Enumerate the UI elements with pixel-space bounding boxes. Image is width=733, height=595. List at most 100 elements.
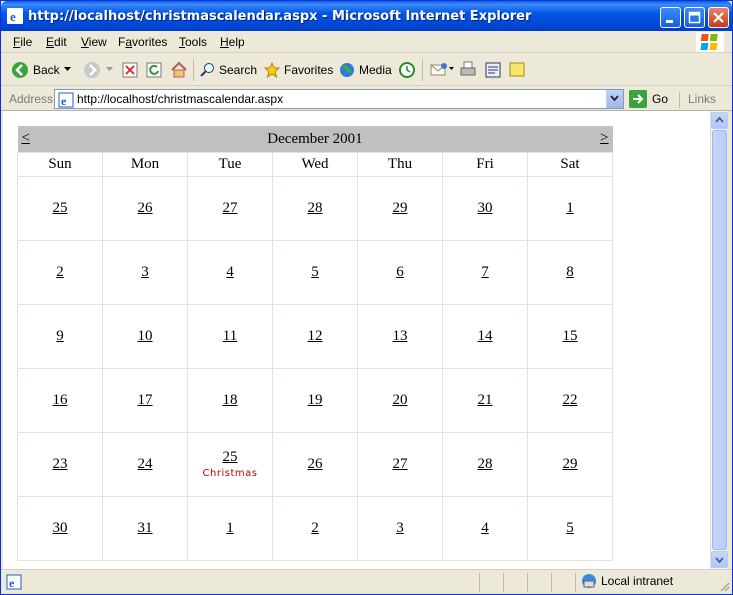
address-input[interactable]: e http://localhost/christmascalendar.asp… [54, 89, 624, 109]
day-link[interactable]: 25 [53, 200, 68, 216]
mail-icon[interactable] [430, 62, 448, 78]
day-cell: 14 [442, 303, 528, 369]
day-link[interactable]: 17 [138, 392, 153, 408]
day-link[interactable]: 12 [308, 328, 323, 344]
refresh-icon[interactable] [146, 62, 162, 78]
browser-window: e http://localhost/christmascalendar.asp… [0, 0, 733, 595]
day-link[interactable]: 22 [563, 392, 578, 408]
chevron-up-icon [715, 116, 724, 123]
menu-bar: File Edit View Favorites Tools Help [1, 31, 732, 53]
day-link[interactable]: 3 [141, 264, 149, 280]
scroll-up-button[interactable] [711, 112, 728, 129]
day-link[interactable]: 1 [566, 200, 574, 216]
back-dropdown-icon[interactable] [64, 67, 72, 73]
day-link[interactable]: 18 [223, 392, 238, 408]
status-panel [575, 573, 576, 592]
edit-icon[interactable] [485, 62, 501, 78]
day-link[interactable]: 23 [53, 456, 68, 472]
address-dropdown-button[interactable] [606, 90, 623, 108]
day-link[interactable]: 24 [138, 456, 153, 472]
history-icon[interactable] [398, 61, 416, 79]
stop-icon[interactable] [122, 62, 138, 78]
day-link[interactable]: 9 [56, 328, 64, 344]
day-link[interactable]: 29 [563, 456, 578, 472]
back-button[interactable]: Back [11, 59, 60, 81]
day-cell: 20 [357, 367, 443, 433]
address-url[interactable]: http://localhost/christmascalendar.aspx [77, 92, 283, 106]
day-link[interactable]: 27 [223, 200, 238, 216]
day-link[interactable]: 2 [56, 264, 64, 280]
weekday-label: Sat [527, 151, 613, 177]
vertical-scrollbar[interactable] [710, 111, 728, 569]
day-link[interactable]: 15 [563, 328, 578, 344]
day-cell: 5 [527, 495, 613, 561]
day-link[interactable]: 5 [311, 264, 319, 280]
day-link[interactable]: 25 [223, 449, 238, 465]
day-link[interactable]: 30 [53, 520, 68, 536]
discuss-icon[interactable] [509, 62, 525, 78]
day-cell: 17 [102, 367, 188, 433]
day-link[interactable]: 20 [393, 392, 408, 408]
day-link[interactable]: 26 [138, 200, 153, 216]
day-link[interactable]: 13 [393, 328, 408, 344]
day-link[interactable]: 26 [308, 456, 323, 472]
forward-arrow-icon[interactable] [83, 61, 101, 79]
menu-tools[interactable]: Tools [179, 35, 207, 49]
resize-grip-icon[interactable] [718, 580, 730, 592]
day-link[interactable]: 19 [308, 392, 323, 408]
search-button[interactable]: Search [199, 59, 257, 81]
forward-dropdown-icon[interactable] [106, 67, 114, 73]
day-cell: 21 [442, 367, 528, 433]
week-row: 23 24 25 Christmas 26 27 28 29 [17, 431, 613, 497]
day-link[interactable]: 31 [138, 520, 153, 536]
go-button[interactable]: Go [629, 90, 668, 108]
menu-help[interactable]: Help [220, 35, 245, 49]
media-button[interactable]: Media [339, 59, 392, 81]
home-icon[interactable] [170, 61, 188, 79]
day-link[interactable]: 10 [138, 328, 153, 344]
menu-edit[interactable]: Edit [46, 35, 67, 49]
day-link[interactable]: 4 [226, 264, 234, 280]
menu-view[interactable]: View [81, 35, 107, 49]
day-cell: 22 [527, 367, 613, 433]
links-button[interactable]: Links [679, 92, 716, 108]
day-link[interactable]: 21 [478, 392, 493, 408]
day-link[interactable]: 11 [223, 328, 237, 344]
menu-favorites[interactable]: Favorites [118, 35, 167, 49]
day-link[interactable]: 14 [478, 328, 493, 344]
day-link[interactable]: 16 [53, 392, 68, 408]
day-cell: 26 [272, 431, 358, 497]
day-cell: 27 [357, 431, 443, 497]
weekday-label: Mon [102, 151, 188, 177]
maximize-button[interactable] [684, 7, 705, 28]
day-link[interactable]: 29 [393, 200, 408, 216]
day-link[interactable]: 6 [396, 264, 404, 280]
close-button[interactable] [708, 7, 729, 28]
day-link[interactable]: 1 [226, 520, 234, 536]
menu-file[interactable]: File [13, 35, 32, 49]
minimize-button[interactable] [660, 7, 681, 28]
calendar: < December 2001 > Sun Mon Tue Wed Thu Fr… [17, 126, 613, 561]
next-month-link[interactable]: > [600, 130, 608, 147]
day-link[interactable]: 28 [478, 456, 493, 472]
title-bar[interactable]: e http://localhost/christmascalendar.asp… [1, 1, 732, 31]
scroll-thumb[interactable] [712, 130, 727, 550]
day-link[interactable]: 3 [396, 520, 404, 536]
day-link[interactable]: 4 [481, 520, 489, 536]
day-link[interactable]: 2 [311, 520, 319, 536]
favorites-button[interactable]: Favorites [264, 59, 333, 81]
security-zone: Local intranet [581, 573, 673, 589]
day-link[interactable]: 30 [478, 200, 493, 216]
day-cell: 28 [442, 431, 528, 497]
day-cell: 16 [17, 367, 103, 433]
day-link[interactable]: 8 [566, 264, 574, 280]
day-link[interactable]: 7 [481, 264, 489, 280]
close-icon [713, 12, 724, 23]
day-cell: 2 [17, 239, 103, 305]
print-icon[interactable] [460, 61, 476, 79]
scroll-down-button[interactable] [711, 551, 728, 568]
day-link[interactable]: 27 [393, 456, 408, 472]
mail-dropdown-icon[interactable] [449, 67, 455, 72]
day-link[interactable]: 28 [308, 200, 323, 216]
day-link[interactable]: 5 [566, 520, 574, 536]
